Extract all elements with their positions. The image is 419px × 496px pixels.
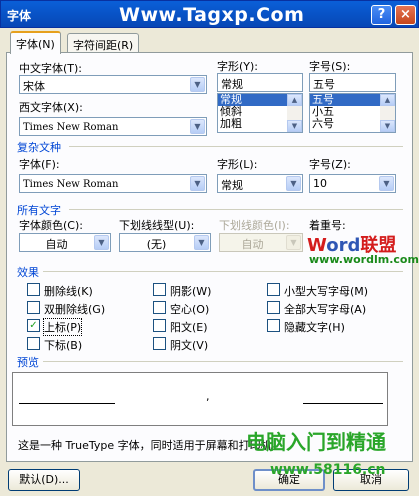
hidden-text-checkbox[interactable] xyxy=(267,319,280,332)
double-strikethrough-label: 双删除线(G) xyxy=(44,303,106,316)
scrollbar[interactable]: ▲ ▼ xyxy=(380,94,395,132)
emboss-checkbox[interactable] xyxy=(153,319,166,332)
complex-style-value: 常规 xyxy=(221,179,243,192)
scroll-up-icon[interactable]: ▲ xyxy=(380,94,395,106)
preview-sample: , xyxy=(206,390,210,403)
preview-box: , xyxy=(12,372,388,426)
superscript-label: 上标(P) xyxy=(42,318,83,336)
chevron-down-icon: ▼ xyxy=(194,235,209,250)
complex-font-label: 字体(F): xyxy=(19,158,60,171)
superscript-checkbox[interactable]: ✓ xyxy=(27,319,40,332)
preview-section-title: 预览 xyxy=(17,356,39,369)
all-caps-label: 全部大写字母(A) xyxy=(284,303,367,316)
subscript-checkbox[interactable] xyxy=(27,337,40,350)
complex-size-dropdown[interactable]: 10 ▼ xyxy=(309,174,396,193)
preview-baseline-left xyxy=(19,403,115,404)
help-button[interactable]: ? xyxy=(371,5,392,25)
western-font-value: Times New Roman xyxy=(23,122,119,133)
preview-description: 这是一种 TrueType 字体，同时适用于屏幕和打印机。 xyxy=(18,439,283,452)
watermark-green-url: www.58116.cn xyxy=(270,462,386,478)
complex-size-value: 10 xyxy=(313,177,327,190)
emboss-label: 阳文(E) xyxy=(170,321,208,334)
underline-color-label: 下划线颜色(I): xyxy=(219,219,290,232)
chevron-down-icon: ▼ xyxy=(379,176,394,191)
default-button[interactable]: 默认(D)... xyxy=(8,469,80,491)
size-label: 字号(S): xyxy=(309,60,351,73)
underline-color-value: 自动 xyxy=(241,238,264,251)
font-color-dropdown[interactable]: 自动 ▼ xyxy=(19,233,111,252)
complex-size-label: 字号(Z): xyxy=(309,158,351,171)
western-font-dropdown[interactable]: Times New Roman ▼ xyxy=(19,117,207,136)
wordlm-url: www.wordlm.com xyxy=(309,253,419,266)
chevron-down-icon: ▼ xyxy=(94,235,109,250)
strikethrough-label: 删除线(K) xyxy=(44,285,93,298)
shadow-label: 阴影(W) xyxy=(170,285,212,298)
underline-style-label: 下划线线型(U): xyxy=(119,219,195,232)
chevron-down-icon: ▼ xyxy=(190,77,205,92)
subscript-label: 下标(B) xyxy=(44,339,83,352)
divider xyxy=(43,271,403,272)
chinese-font-dropdown[interactable]: 宋体 ▼ xyxy=(19,75,207,94)
watermark-green-text: 电脑入门到精通 xyxy=(246,430,386,454)
outline-checkbox[interactable] xyxy=(153,301,166,314)
style-listbox[interactable]: 常规 倾斜 加粗 ▲ ▼ xyxy=(217,93,303,133)
outline-label: 空心(O) xyxy=(170,303,210,316)
underline-style-value: (无) xyxy=(146,238,167,251)
window-title: 字体 xyxy=(7,9,32,23)
font-color-value: 自动 xyxy=(45,238,68,251)
complex-section-title: 复杂文种 xyxy=(17,141,61,154)
scroll-down-icon[interactable]: ▼ xyxy=(287,120,302,132)
preview-baseline-right xyxy=(303,403,383,404)
small-caps-label: 小型大写字母(M) xyxy=(284,285,369,298)
chevron-down-icon: ▼ xyxy=(286,176,301,191)
strikethrough-checkbox[interactable] xyxy=(27,283,40,296)
all-caps-checkbox[interactable] xyxy=(267,301,280,314)
font-color-label: 字体颜色(C): xyxy=(19,219,83,232)
engrave-label: 阴文(V) xyxy=(170,339,209,352)
size-listbox[interactable]: 五号 小五 六号 ▲ ▼ xyxy=(309,93,396,133)
style-label: 字形(Y): xyxy=(217,60,259,73)
underline-color-dropdown[interactable]: 自动 ▼ xyxy=(219,233,303,252)
chevron-down-icon: ▼ xyxy=(190,176,205,191)
scroll-down-icon[interactable]: ▼ xyxy=(380,120,395,132)
complex-font-value: Times New Roman xyxy=(23,179,119,190)
scroll-up-icon[interactable]: ▲ xyxy=(287,94,302,106)
divider xyxy=(69,209,403,210)
complex-style-dropdown[interactable]: 常规 ▼ xyxy=(217,174,303,193)
all-text-section-title: 所有文字 xyxy=(17,204,61,217)
western-font-label: 西文字体(X): xyxy=(19,101,83,114)
check-icon: ✓ xyxy=(29,320,38,331)
title-bar: 字体 Www.Tagxp.Com ? × xyxy=(0,0,419,28)
hidden-text-label: 隐藏文字(H) xyxy=(284,321,345,334)
effects-section-title: 效果 xyxy=(17,266,39,279)
size-input[interactable]: 五号 xyxy=(309,73,396,92)
chinese-font-label: 中文字体(T): xyxy=(19,62,83,75)
chinese-font-value: 宋体 xyxy=(23,80,45,93)
complex-font-dropdown[interactable]: Times New Roman ▼ xyxy=(19,174,207,193)
small-caps-checkbox[interactable] xyxy=(267,283,280,296)
watermark-text: Www.Tagxp.Com xyxy=(119,4,305,26)
engrave-checkbox[interactable] xyxy=(153,337,166,350)
chevron-down-icon: ▼ xyxy=(190,119,205,134)
double-strikethrough-checkbox[interactable] xyxy=(27,301,40,314)
underline-style-dropdown[interactable]: (无) ▼ xyxy=(119,233,211,252)
divider xyxy=(43,361,403,362)
shadow-checkbox[interactable] xyxy=(153,283,166,296)
tab-character-spacing[interactable]: 字符间距(R) xyxy=(67,33,140,53)
scrollbar[interactable]: ▲ ▼ xyxy=(287,94,302,132)
complex-style-label: 字形(L): xyxy=(217,158,258,171)
chevron-down-icon: ▼ xyxy=(286,235,301,250)
style-input[interactable]: 常规 xyxy=(217,73,303,92)
divider xyxy=(69,146,403,147)
tab-font[interactable]: 字体(N) xyxy=(10,31,61,54)
close-button[interactable]: × xyxy=(395,5,416,25)
